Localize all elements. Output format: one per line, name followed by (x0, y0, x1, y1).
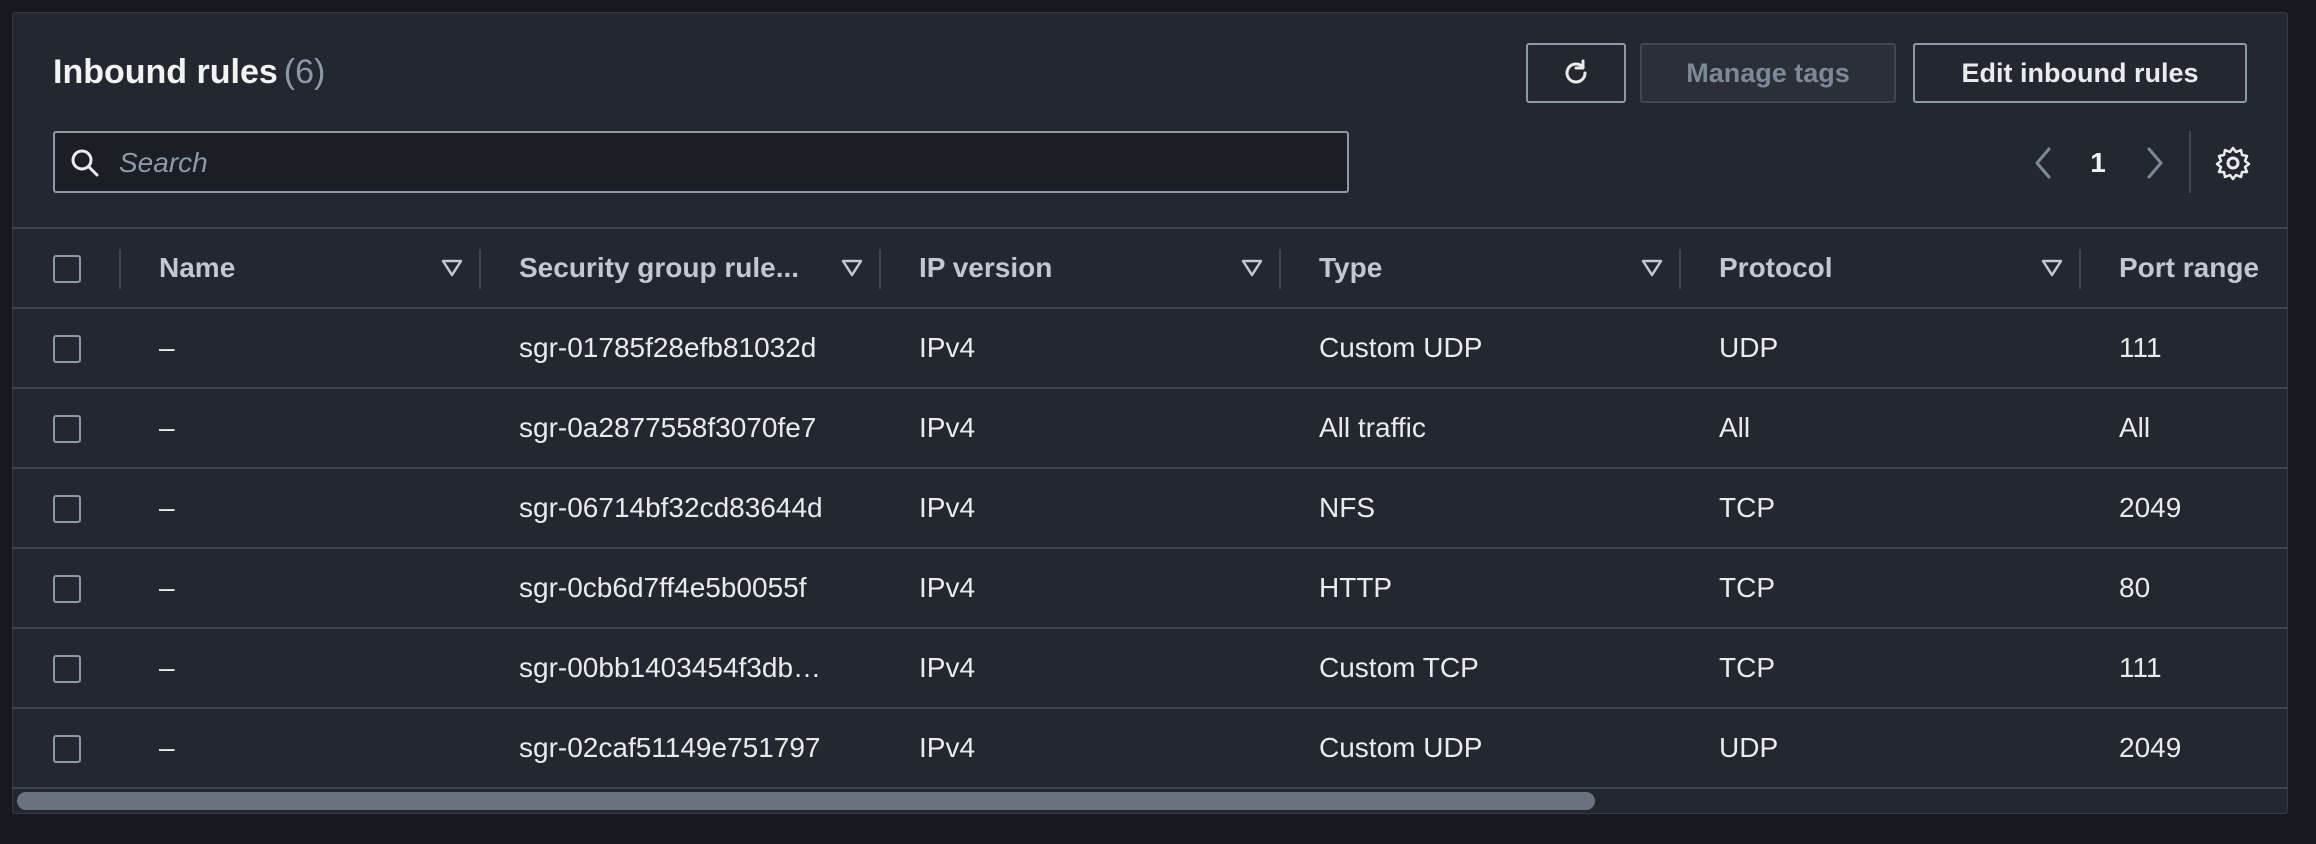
cell-protocol: TCP (1719, 492, 1775, 523)
column-separator (879, 249, 881, 289)
sort-down-icon[interactable] (839, 255, 865, 281)
column-separator (1279, 249, 1281, 289)
cell-protocol: All (1719, 412, 1751, 443)
table-row[interactable]: – sgr-00bb1403454f3db… IPv4 Custom TCP T… (13, 629, 2287, 709)
select-all-checkbox[interactable] (53, 255, 81, 283)
search-input[interactable] (117, 139, 1331, 187)
cell-port-range: 2049 (2119, 492, 2182, 523)
cell-ip-version: IPv4 (919, 652, 976, 683)
table-row[interactable]: – sgr-0cb6d7ff4e5b0055f IPv4 HTTP TCP 80 (13, 549, 2287, 629)
current-page-number[interactable]: 1 (2083, 143, 2113, 183)
cell-rule-id: sgr-06714bf32cd83644d (519, 492, 823, 523)
column-separator (2079, 249, 2081, 289)
next-page-icon[interactable] (2137, 145, 2171, 181)
cell-port-range: 111 (2119, 332, 2162, 363)
cell-name: – (159, 332, 175, 363)
table-row[interactable]: – sgr-06714bf32cd83644d IPv4 NFS TCP 204… (13, 469, 2287, 549)
table-row[interactable]: – sgr-02caf51149e751797 IPv4 Custom UDP … (13, 709, 2287, 789)
cell-name: – (159, 492, 175, 523)
settings-gear-icon[interactable] (2213, 143, 2253, 183)
sort-down-icon[interactable] (439, 255, 465, 281)
table-row[interactable]: – sgr-0a2877558f3070fe7 IPv4 All traffic… (13, 389, 2287, 469)
cell-port-range: All (2119, 412, 2151, 443)
row-checkbox[interactable] (53, 575, 81, 603)
manage-tags-button[interactable]: Manage tags (1640, 43, 1896, 103)
inbound-rules-panel: Inbound rules (6) Manage tags Edit inboun… (12, 12, 2288, 814)
cell-port-range: 111 (2119, 652, 2162, 683)
pager-divider (2189, 131, 2191, 193)
horizontal-scrollbar[interactable] (17, 792, 1595, 810)
table-row[interactable]: – sgr-01785f28efb81032d IPv4 Custom UDP … (13, 309, 2287, 389)
cell-rule-id: sgr-00bb1403454f3db… (519, 652, 822, 683)
cell-protocol: UDP (1719, 732, 1779, 763)
cell-ip-version: IPv4 (919, 492, 976, 523)
cell-type: HTTP (1319, 572, 1393, 603)
cell-ip-version: IPv4 (919, 732, 976, 763)
cell-name: – (159, 572, 175, 603)
cell-name: – (159, 732, 175, 763)
row-checkbox[interactable] (53, 735, 81, 763)
column-separator (479, 249, 481, 289)
sort-down-icon[interactable] (1239, 255, 1265, 281)
cell-rule-id: sgr-01785f28efb81032d (519, 332, 817, 363)
cell-type: NFS (1319, 492, 1375, 523)
cell-ip-version: IPv4 (919, 572, 976, 603)
row-checkbox[interactable] (53, 335, 81, 363)
refresh-button[interactable] (1526, 43, 1626, 103)
sort-down-icon[interactable] (2039, 255, 2065, 281)
cell-type: All traffic (1319, 412, 1426, 443)
column-header-type[interactable]: Type (1319, 229, 1619, 307)
column-separator (119, 249, 121, 289)
sort-down-icon[interactable] (1639, 255, 1665, 281)
cell-port-range: 2049 (2119, 732, 2182, 763)
row-checkbox[interactable] (53, 655, 81, 683)
edit-inbound-rules-button[interactable]: Edit inbound rules (1913, 43, 2247, 103)
search-icon (71, 149, 99, 177)
column-separator (1679, 249, 1681, 289)
cell-rule-id: sgr-0a2877558f3070fe7 (519, 412, 817, 443)
cell-type: Custom UDP (1319, 332, 1483, 363)
search-box[interactable] (53, 131, 1349, 193)
title-text: Inbound rules (53, 53, 278, 91)
cell-protocol: UDP (1719, 332, 1779, 363)
rule-count: (6) (283, 53, 326, 91)
cell-port-range: 80 (2119, 572, 2151, 603)
cell-type: Custom TCP (1319, 652, 1479, 683)
column-header-security-group-rule[interactable]: Security group rule... (519, 229, 839, 307)
cell-type: Custom UDP (1319, 732, 1483, 763)
cell-ip-version: IPv4 (919, 412, 976, 443)
cell-protocol: TCP (1719, 572, 1775, 603)
previous-page-icon[interactable] (2027, 145, 2061, 181)
column-header-name[interactable]: Name (159, 229, 459, 307)
cell-rule-id: sgr-02caf51149e751797 (519, 732, 821, 763)
column-header-ip-version[interactable]: IP version (919, 229, 1219, 307)
cell-name: – (159, 652, 175, 683)
page-title: Inbound rules (6) (53, 53, 325, 92)
cell-ip-version: IPv4 (919, 332, 976, 363)
row-checkbox[interactable] (53, 495, 81, 523)
table-header-row: Name Security group rule... IP version T… (13, 229, 2287, 309)
cell-protocol: TCP (1719, 652, 1775, 683)
cell-rule-id: sgr-0cb6d7ff4e5b0055f (519, 572, 807, 603)
column-header-protocol[interactable]: Protocol (1719, 229, 2019, 307)
refresh-icon (1565, 59, 1587, 84)
column-header-port-range[interactable]: Port range (2119, 229, 2287, 307)
row-checkbox[interactable] (53, 415, 81, 443)
cell-name: – (159, 412, 175, 443)
